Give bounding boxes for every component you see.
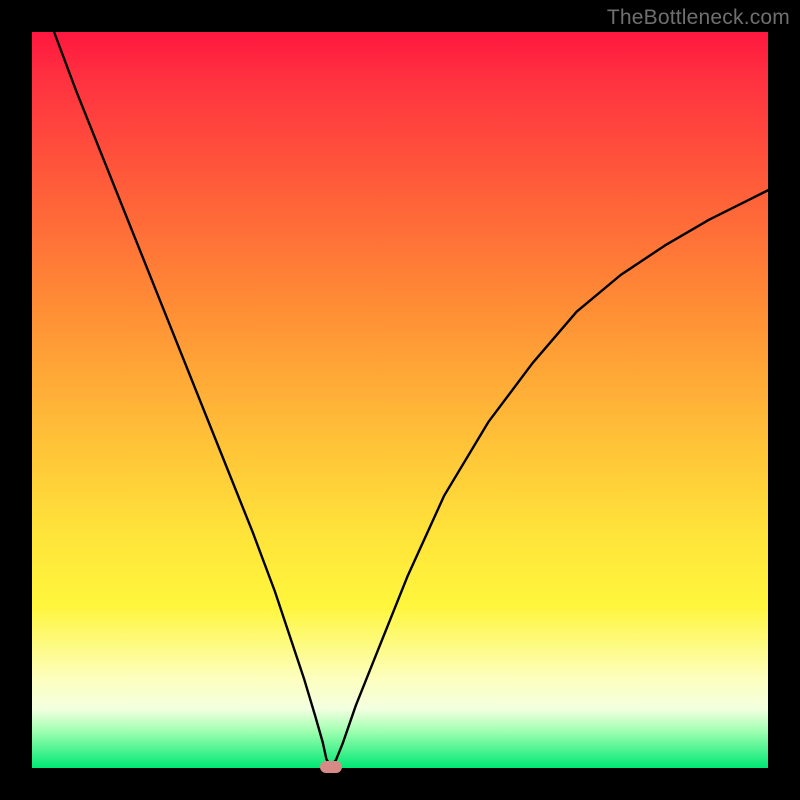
plot-area	[32, 32, 768, 768]
min-marker	[320, 761, 342, 773]
watermark-text: TheBottleneck.com	[607, 6, 790, 30]
chart-frame: TheBottleneck.com	[0, 0, 800, 800]
curve-svg	[32, 32, 768, 768]
curve-path	[54, 32, 768, 767]
